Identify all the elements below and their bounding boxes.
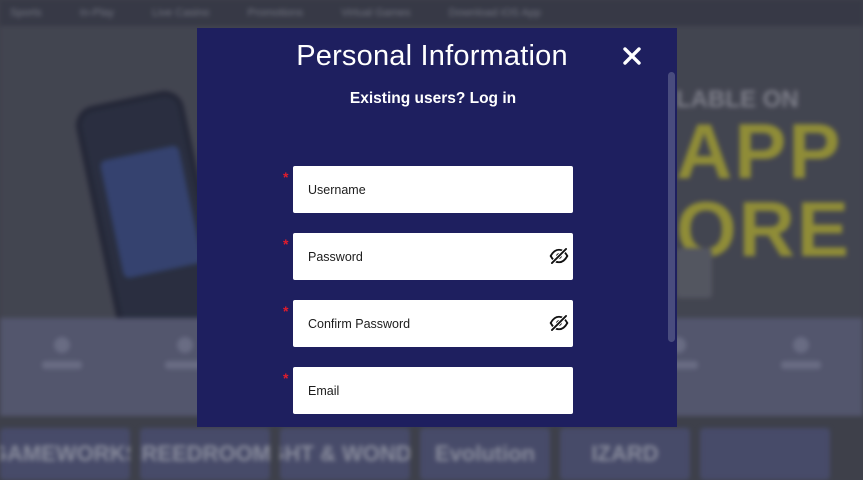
email-input[interactable] <box>293 367 573 414</box>
confirm-password-input[interactable] <box>293 300 573 347</box>
email-field-container <box>293 367 573 414</box>
close-icon[interactable] <box>620 44 644 68</box>
password-input[interactable] <box>293 233 573 280</box>
password-field-container <box>293 233 573 280</box>
login-link[interactable]: Existing users? Log in <box>197 90 669 108</box>
eye-slash-icon[interactable] <box>549 313 569 333</box>
username-field-container <box>293 166 573 213</box>
required-marker: * <box>283 370 289 386</box>
personal-information-modal: Personal Information Existing users? Log… <box>197 28 677 427</box>
scrollbar[interactable] <box>668 72 675 342</box>
required-marker: * <box>283 303 289 319</box>
eye-slash-icon[interactable] <box>549 246 569 266</box>
required-marker: * <box>283 236 289 252</box>
required-marker: * <box>283 169 289 185</box>
confirm-password-field-container <box>293 300 573 347</box>
username-input[interactable] <box>293 166 573 213</box>
modal-title: Personal Information <box>296 40 568 72</box>
